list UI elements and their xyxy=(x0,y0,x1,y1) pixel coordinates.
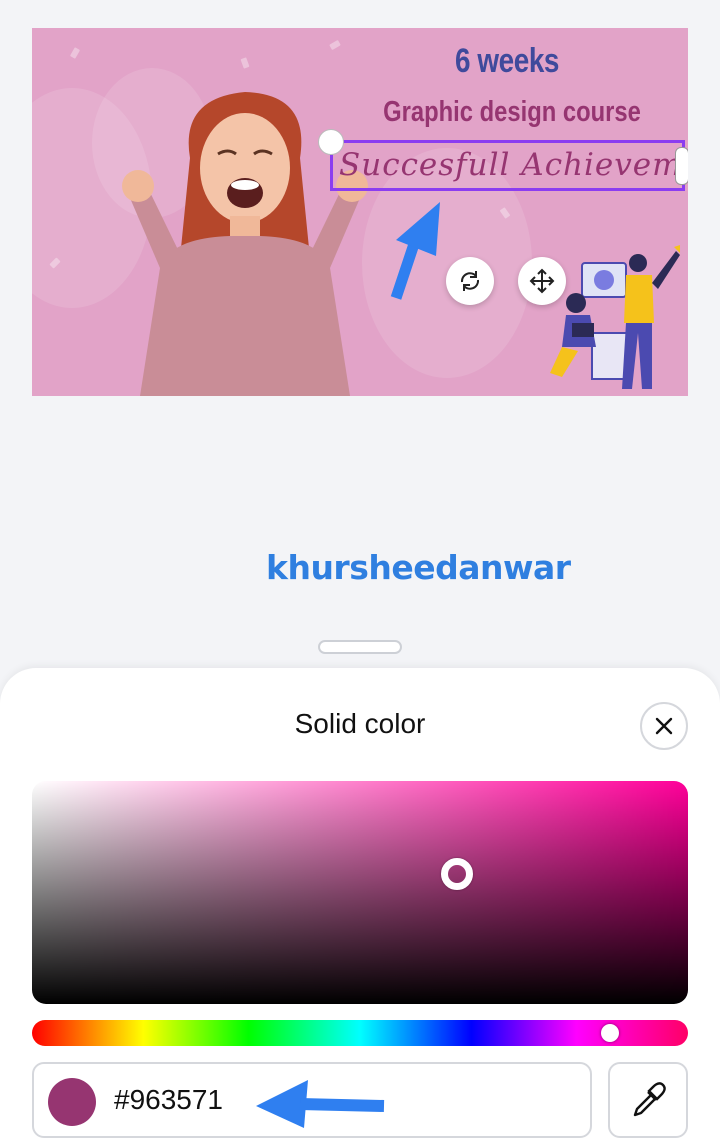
confetti xyxy=(69,47,81,59)
design-canvas[interactable]: 6 weeks Graphic design course Succesfull… xyxy=(32,28,688,396)
annotation-arrow-left-icon xyxy=(256,1080,385,1128)
confetti xyxy=(329,39,341,51)
hex-color-field[interactable]: #963571 xyxy=(32,1062,592,1138)
hex-value-text[interactable]: #963571 xyxy=(114,1084,223,1116)
eyedropper-button[interactable] xyxy=(608,1062,688,1138)
close-button[interactable] xyxy=(640,702,688,750)
color-picker-cursor[interactable] xyxy=(441,858,473,890)
rotate-button[interactable] xyxy=(446,257,494,305)
rotate-icon xyxy=(460,271,480,291)
sheet-title: Solid color xyxy=(294,708,426,739)
hue-slider[interactable] xyxy=(32,1020,688,1046)
saturation-brightness-picker[interactable] xyxy=(32,781,688,1004)
annotation-arrow-up-icon xyxy=(390,202,440,300)
color-swatch xyxy=(48,1078,96,1126)
sheet-drag-handle[interactable] xyxy=(318,640,402,654)
subheadline-text[interactable]: Graphic design course xyxy=(364,96,659,129)
hue-slider-thumb[interactable] xyxy=(601,1024,619,1042)
designers-illustration xyxy=(550,245,680,389)
headline-text[interactable]: 6 weeks xyxy=(429,42,585,81)
eyedropper-icon xyxy=(633,1082,666,1117)
watermark-text: khursheedanwar xyxy=(266,548,571,587)
color-picker-sheet: Solid color #963571 xyxy=(0,668,720,1144)
selected-text-box[interactable]: Succesfull Achievement xyxy=(330,140,688,191)
script-text[interactable]: Succesfull Achievement xyxy=(339,147,688,183)
rotate-handle[interactable] xyxy=(318,129,344,155)
close-icon xyxy=(655,717,673,735)
resize-handle[interactable] xyxy=(675,147,688,185)
confetti xyxy=(240,57,250,69)
